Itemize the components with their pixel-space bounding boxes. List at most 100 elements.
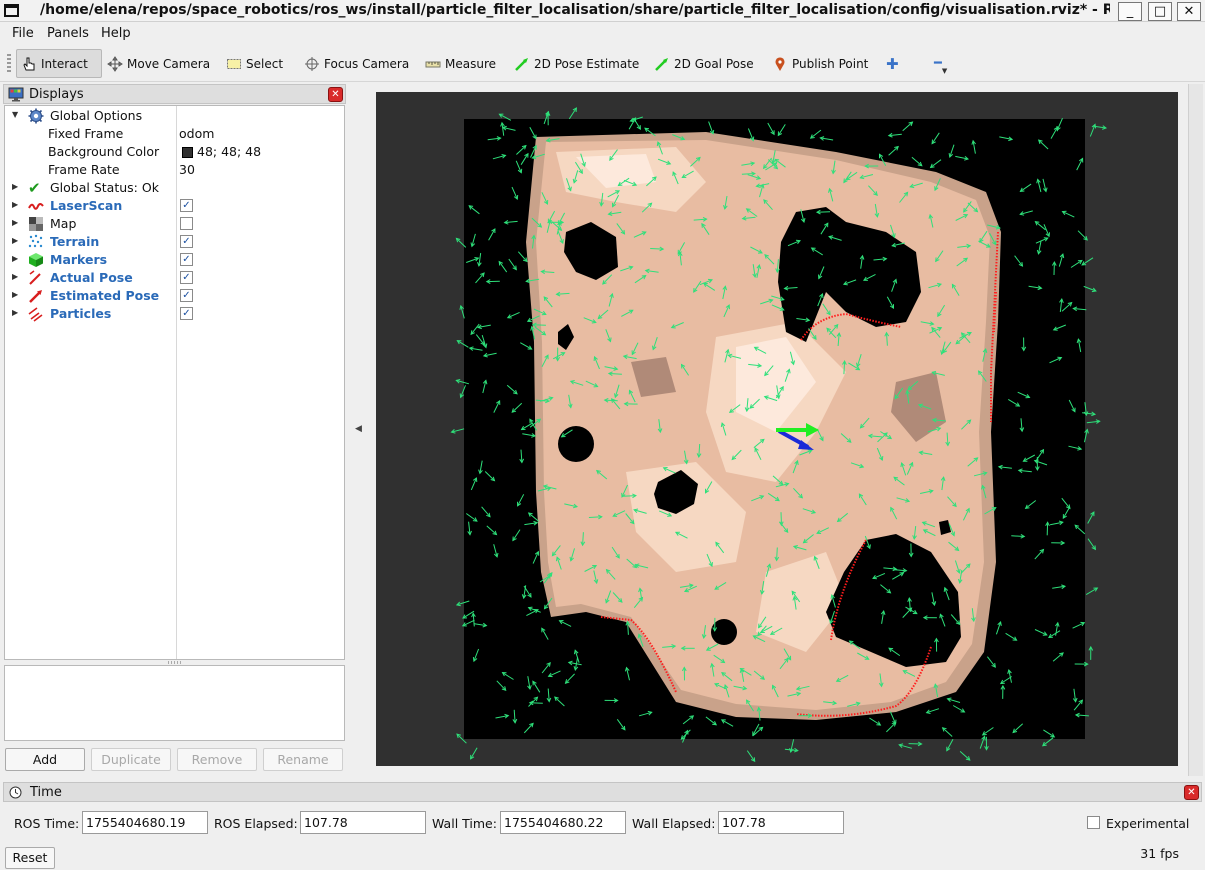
display-enabled-checkbox[interactable]: ✓ (180, 307, 193, 320)
collapsed-arrow-icon[interactable]: ▶ (12, 308, 18, 317)
particle-arrow (843, 361, 846, 375)
collapsed-arrow-icon[interactable]: ▶ (12, 236, 18, 245)
collapsed-arrow-icon[interactable]: ▶ (12, 272, 18, 281)
toolbar: Interact Move Camera Select Focus Camera… (0, 46, 1205, 82)
ros-elapsed-field[interactable]: 107.78 (300, 811, 426, 834)
frame-rate-label: Frame Rate (48, 162, 120, 177)
particle-arrow (741, 173, 755, 175)
add-display-button[interactable]: Add (5, 748, 85, 771)
particle-arrow (1011, 535, 1025, 537)
tree-row-global-status[interactable]: ▶ ✔ Global Status: Ok (5, 179, 344, 197)
close-window-button[interactable]: ✕ (1177, 2, 1201, 21)
ros-elapsed-label: ROS Elapsed: (214, 816, 298, 831)
particle-arrow (780, 512, 782, 526)
tree-row-terrain[interactable]: ▶ Terrain ✓ (5, 233, 344, 251)
display-enabled-checkbox[interactable] (180, 217, 193, 230)
tree-row-global-options[interactable]: ▼ Global Options (5, 107, 344, 125)
display-enabled-checkbox[interactable]: ✓ (180, 289, 193, 302)
ros-time-field[interactable]: 1755404680.19 (82, 811, 208, 834)
tool-2d-goal-pose[interactable]: 2D Goal Pose (650, 49, 758, 78)
displays-panel-title: Displays (29, 87, 84, 102)
tree-row-fixed-frame[interactable]: Fixed Frame odom (5, 125, 344, 143)
collapsed-arrow-icon[interactable]: ▶ (12, 290, 18, 299)
map-icon (29, 217, 43, 231)
maximize-button[interactable]: □ (1148, 2, 1172, 21)
collapsed-arrow-icon[interactable]: ▶ (12, 200, 18, 209)
crosshair-icon (305, 56, 319, 71)
pointcloud-icon (28, 234, 43, 248)
wall-elapsed-field[interactable]: 107.78 (718, 811, 844, 834)
tool-2d-pose-estimate[interactable]: 2D Pose Estimate (510, 49, 643, 78)
time-panel: Time ✕ ROS Time: 1755404680.19 ROS Elaps… (0, 782, 1205, 870)
tool-interact[interactable]: Interact (16, 49, 102, 78)
laserscan-icon (28, 203, 44, 210)
splitter-handle[interactable] (168, 661, 182, 664)
rename-display-button[interactable]: Rename (263, 748, 343, 771)
tree-row-actual-pose[interactable]: ▶ Actual Pose ✓ (5, 269, 344, 287)
display-enabled-checkbox[interactable]: ✓ (180, 199, 193, 212)
wall-elapsed-label: Wall Elapsed: (632, 816, 716, 831)
frame-rate-value[interactable]: 30 (179, 162, 195, 177)
tree-row-frame-rate[interactable]: Frame Rate 30 (5, 161, 344, 179)
tree-row-laserscan[interactable]: ▶ LaserScan ✓ (5, 197, 344, 215)
tool-measure-label: Measure (445, 56, 496, 71)
menu-file[interactable]: File (12, 26, 34, 41)
close-displays-panel-button[interactable]: ✕ (328, 87, 343, 102)
tree-row-markers[interactable]: ▶ Markers ✓ (5, 251, 344, 269)
gear-icon (28, 108, 44, 124)
display-enabled-checkbox[interactable]: ✓ (180, 235, 193, 248)
experimental-checkbox[interactable] (1087, 816, 1100, 829)
tool-focus-camera[interactable]: Focus Camera (300, 49, 413, 78)
toolbar-grip-handle[interactable] (7, 54, 11, 74)
add-tool-button[interactable]: ✚ (882, 49, 903, 78)
rviz-window: /home/elena/repos/space_robotics/ros_ws/… (0, 0, 1205, 870)
display-enabled-checkbox[interactable]: ✓ (180, 271, 193, 284)
color-swatch[interactable] (182, 147, 193, 158)
particle-arrow (959, 751, 971, 761)
tool-select[interactable]: Select (222, 49, 287, 78)
tool-measure[interactable]: Measure (421, 49, 500, 78)
dropdown-arrow-icon: ▼ (941, 66, 948, 75)
remove-display-button[interactable]: Remove (177, 748, 257, 771)
close-icon: ✕ (1183, 4, 1195, 19)
tree-row-background-color[interactable]: Background Color 48; 48; 48 (5, 143, 344, 161)
display-enabled-checkbox[interactable]: ✓ (180, 253, 193, 266)
pose-array-icon (28, 307, 43, 322)
collapsed-arrow-icon[interactable]: ▶ (12, 182, 18, 191)
experimental-label: Experimental (1106, 816, 1190, 831)
close-time-panel-button[interactable]: ✕ (1184, 785, 1199, 800)
display-item-label: Actual Pose (50, 270, 133, 285)
menu-panels[interactable]: Panels (47, 26, 89, 41)
tree-row-map[interactable]: ▶ Map (5, 215, 344, 233)
minimize-button[interactable]: _ (1118, 2, 1142, 21)
duplicate-display-button[interactable]: Duplicate (91, 748, 171, 771)
global-status-label: Global Status: Ok (50, 180, 159, 195)
hand-pointer-icon (23, 57, 35, 70)
fixed-frame-value[interactable]: odom (179, 126, 214, 141)
particle-arrow (1087, 538, 1096, 550)
tool-move-camera-label: Move Camera (127, 56, 211, 71)
menu-help[interactable]: Help (101, 26, 131, 41)
viewport-side-bar[interactable] (1188, 84, 1203, 776)
collapsed-arrow-icon[interactable]: ▶ (12, 254, 18, 263)
particle-arrow (650, 248, 664, 250)
plus-icon: ✚ (886, 54, 899, 73)
remove-tool-button[interactable]: ━ ▼ (930, 49, 951, 78)
collapsed-arrow-icon[interactable]: ▶ (12, 218, 18, 227)
wall-time-field[interactable]: 1755404680.22 (500, 811, 626, 834)
tool-interact-label: Interact (41, 56, 88, 71)
render-viewport[interactable] (376, 92, 1178, 766)
tool-publish-point[interactable]: Publish Point (768, 49, 872, 78)
collapse-left-panel-arrow-icon[interactable]: ◀ (355, 424, 362, 434)
minus-icon: ━ (934, 56, 942, 71)
particle-arrow (588, 516, 602, 518)
tool-2d-goal-pose-label: 2D Goal Pose (674, 56, 754, 71)
tree-row-estimated-pose[interactable]: ▶ Estimated Pose ✓ (5, 287, 344, 305)
background-color-value[interactable]: 48; 48; 48 (197, 144, 261, 159)
tool-move-camera[interactable]: Move Camera (103, 49, 214, 78)
map-scene[interactable] (376, 92, 1178, 766)
expand-arrow-icon[interactable]: ▼ (12, 110, 18, 119)
reset-button[interactable]: Reset (5, 847, 55, 869)
particle-arrow (746, 750, 756, 762)
tree-row-particles[interactable]: ▶ Particles ✓ (5, 305, 344, 323)
